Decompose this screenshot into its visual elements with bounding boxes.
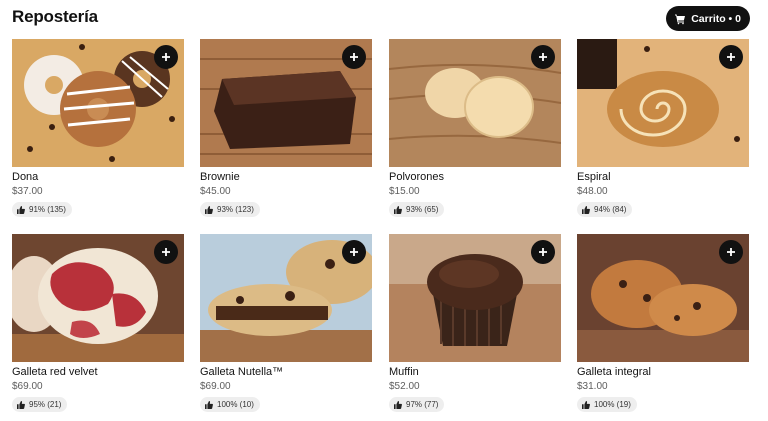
product-name: Dona bbox=[12, 171, 39, 183]
plus-icon bbox=[539, 248, 547, 256]
rating-badge: 94% (84) bbox=[577, 202, 633, 217]
product-name: Muffin bbox=[389, 366, 419, 378]
product-price: $52.00 bbox=[389, 381, 420, 392]
rating-text: 91% (135) bbox=[29, 205, 66, 214]
plus-icon bbox=[350, 248, 358, 256]
thumbs-up-icon bbox=[394, 205, 402, 214]
rating-badge: 93% (123) bbox=[200, 202, 260, 217]
product-card-muffin[interactable]: Muffin $52.00 97% (77) bbox=[389, 234, 561, 414]
add-button[interactable] bbox=[719, 240, 743, 264]
thumbs-up-icon bbox=[582, 400, 590, 409]
product-price: $69.00 bbox=[200, 381, 231, 392]
rating-text: 100% (10) bbox=[217, 400, 254, 409]
product-card-brownie[interactable]: Brownie $45.00 93% (123) bbox=[200, 39, 372, 219]
product-price: $31.00 bbox=[577, 381, 608, 392]
rating-text: 95% (21) bbox=[29, 400, 62, 409]
product-image-galleta-nutella[interactable] bbox=[200, 234, 372, 362]
rating-badge: 93% (65) bbox=[389, 202, 445, 217]
plus-icon bbox=[539, 53, 547, 61]
cart-label: Carrito • 0 bbox=[691, 12, 741, 25]
add-button[interactable] bbox=[154, 45, 178, 69]
product-name: Polvorones bbox=[389, 171, 445, 183]
product-image-dona[interactable] bbox=[12, 39, 184, 167]
thumbs-up-icon bbox=[394, 400, 402, 409]
header: Repostería Carrito • 0 bbox=[12, 6, 750, 32]
add-button[interactable] bbox=[154, 240, 178, 264]
rating-badge: 100% (19) bbox=[577, 397, 637, 412]
rating-badge: 97% (77) bbox=[389, 397, 445, 412]
product-image-brownie[interactable] bbox=[200, 39, 372, 167]
cart-icon bbox=[675, 14, 686, 24]
product-card-galleta-red-velvet[interactable]: Galleta red velvet $69.00 95% (21) bbox=[12, 234, 184, 414]
add-button[interactable] bbox=[719, 45, 743, 69]
product-image-espiral[interactable] bbox=[577, 39, 749, 167]
product-image-muffin[interactable] bbox=[389, 234, 561, 362]
product-price: $69.00 bbox=[12, 381, 43, 392]
rating-badge: 91% (135) bbox=[12, 202, 72, 217]
plus-icon bbox=[727, 248, 735, 256]
add-button[interactable] bbox=[531, 45, 555, 69]
rating-badge: 95% (21) bbox=[12, 397, 68, 412]
thumbs-up-icon bbox=[205, 400, 213, 409]
product-card-espiral[interactable]: Espiral $48.00 94% (84) bbox=[577, 39, 749, 219]
rating-text: 100% (19) bbox=[594, 400, 631, 409]
product-name: Galleta integral bbox=[577, 366, 651, 378]
plus-icon bbox=[162, 53, 170, 61]
product-name: Espiral bbox=[577, 171, 611, 183]
plus-icon bbox=[350, 53, 358, 61]
product-name: Galleta red velvet bbox=[12, 366, 98, 378]
add-button[interactable] bbox=[531, 240, 555, 264]
add-button[interactable] bbox=[342, 240, 366, 264]
product-name: Brownie bbox=[200, 171, 240, 183]
product-image-galleta-integral[interactable] bbox=[577, 234, 749, 362]
thumbs-up-icon bbox=[205, 205, 213, 214]
product-card-galleta-nutella[interactable]: Galleta Nutella™ $69.00 100% (10) bbox=[200, 234, 372, 414]
add-button[interactable] bbox=[342, 45, 366, 69]
rating-text: 93% (65) bbox=[406, 205, 439, 214]
product-name: Galleta Nutella™ bbox=[200, 366, 284, 378]
page-title: Repostería bbox=[12, 7, 98, 26]
thumbs-up-icon bbox=[17, 205, 25, 214]
product-price: $45.00 bbox=[200, 186, 231, 197]
rating-text: 94% (84) bbox=[594, 205, 627, 214]
product-image-galleta-red-velvet[interactable] bbox=[12, 234, 184, 362]
product-price: $37.00 bbox=[12, 186, 43, 197]
rating-text: 97% (77) bbox=[406, 400, 439, 409]
product-price: $48.00 bbox=[577, 186, 608, 197]
rating-badge: 100% (10) bbox=[200, 397, 260, 412]
product-price: $15.00 bbox=[389, 186, 420, 197]
plus-icon bbox=[727, 53, 735, 61]
thumbs-up-icon bbox=[17, 400, 25, 409]
product-card-galleta-integral[interactable]: Galleta integral $31.00 100% (19) bbox=[577, 234, 749, 414]
cart-button[interactable]: Carrito • 0 bbox=[666, 6, 750, 31]
product-card-polvorones[interactable]: Polvorones $15.00 93% (65) bbox=[389, 39, 561, 219]
rating-text: 93% (123) bbox=[217, 205, 254, 214]
product-image-polvorones[interactable] bbox=[389, 39, 561, 167]
plus-icon bbox=[162, 248, 170, 256]
product-card-dona[interactable]: Dona $37.00 91% (135) bbox=[12, 39, 184, 219]
thumbs-up-icon bbox=[582, 205, 590, 214]
